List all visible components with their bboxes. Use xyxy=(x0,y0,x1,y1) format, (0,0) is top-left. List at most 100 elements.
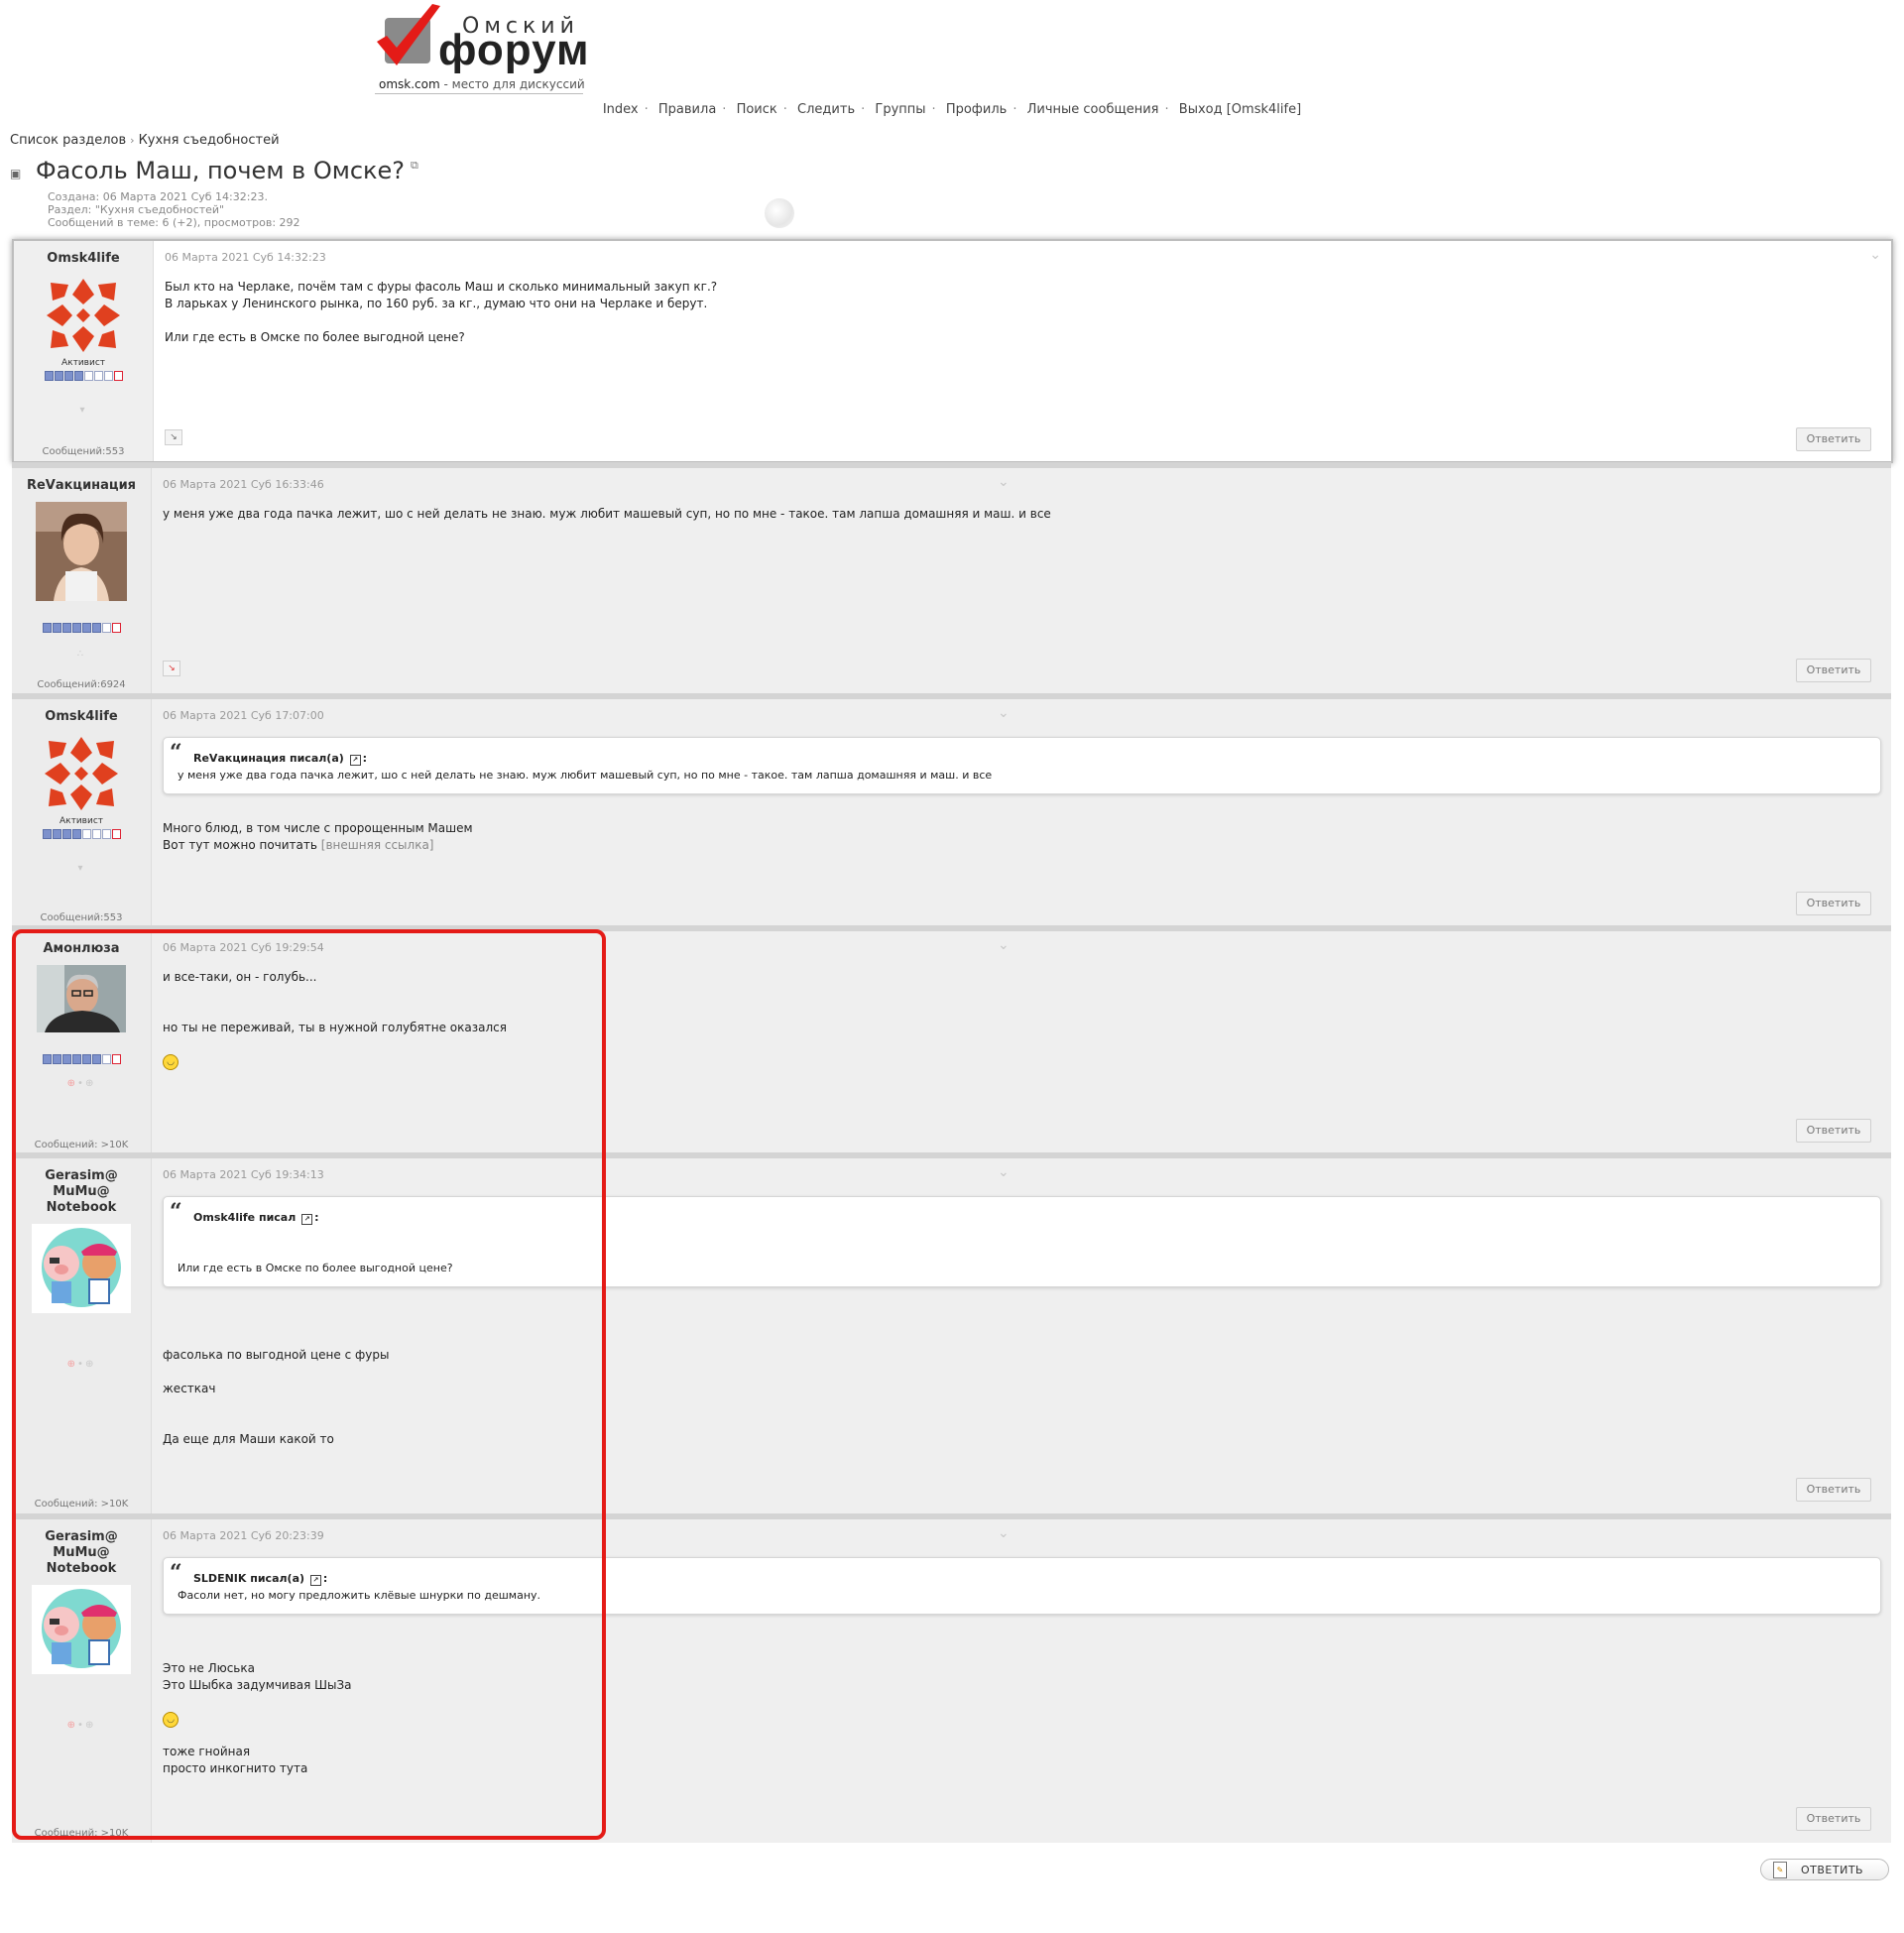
post-author-panel: Амонлюза ⊕•⊕ Сообщений: >10K xyxy=(12,931,152,1154)
topic-created: Создана: 06 Марта 2021 Суб 14:32:23. xyxy=(48,190,268,203)
nav-separator: · xyxy=(722,102,727,117)
author-name[interactable]: Omsk4life xyxy=(14,251,153,267)
message-count: Сообщений: >10K xyxy=(34,1140,129,1150)
quote-wrote: писал(а) xyxy=(289,752,344,765)
post-content: 06 Марта 2021 Суб 17:07:00 ⌄ “ ReVакцина… xyxy=(163,699,1881,927)
nav-logout[interactable]: Выход [Omsk4life] xyxy=(1179,102,1301,117)
nav-groups[interactable]: Группы xyxy=(875,102,925,117)
post-line: Да еще для Маши какой то xyxy=(163,1432,334,1446)
nav-rules[interactable]: Правила xyxy=(658,102,716,117)
post-body: у меня уже два года пачка лежит, шо с не… xyxy=(163,506,1881,523)
avatar[interactable] xyxy=(41,733,122,814)
report-icon[interactable]: ↘ xyxy=(163,661,180,676)
page-title: Фасоль Маш, почем в Омске? xyxy=(36,157,406,184)
open-external-icon[interactable]: ⧉ xyxy=(411,159,418,173)
quote-link-icon[interactable]: ↗ xyxy=(309,1575,321,1586)
post-line: Или где есть в Омске по более выгодной ц… xyxy=(165,330,465,344)
post-line: Это не Люська xyxy=(163,1661,255,1675)
grin-emoji-icon: ◡ xyxy=(163,1712,178,1728)
logo-tagline: omsk.com - место для дискуссий xyxy=(379,77,585,91)
status-icon: ⊕•⊕ xyxy=(66,1359,96,1370)
post-line: просто инкогнито тута xyxy=(163,1761,308,1775)
post-body: фасолька по выгодной цене с фуры жесткач… xyxy=(163,1347,1881,1448)
author-name[interactable]: Omsk4life xyxy=(12,709,151,725)
avatar[interactable] xyxy=(32,1585,131,1674)
post-author-panel: Omsk4life Активист ▾ Сообщений:553 xyxy=(14,241,154,461)
post-content: 06 Марта 2021 Суб 20:23:39 ⌄ “ SLDENIK п… xyxy=(163,1519,1881,1843)
post-line: тоже гнойная xyxy=(163,1745,251,1758)
status-icon: ▾ xyxy=(77,863,85,874)
post-line: и все-таки, он - голубь... xyxy=(163,970,317,984)
collapse-chevron-icon[interactable]: ⌄ xyxy=(998,705,1010,721)
message-count: Сообщений:553 xyxy=(42,446,125,457)
smile-emoji-icon: ◡ xyxy=(163,1054,178,1070)
author-name[interactable]: Gerasim@ MuMu@ Notebook xyxy=(12,1168,151,1216)
post-content: 06 Марта 2021 Суб 19:29:54 ⌄ и все-таки,… xyxy=(163,931,1881,1154)
post-content: 06 Марта 2021 Суб 19:34:13 ⌄ “ Omsk4life… xyxy=(163,1158,1881,1513)
post-line: В ларьках у Ленинского рынка, по 160 руб… xyxy=(165,297,708,310)
decorative-bubble xyxy=(765,198,794,228)
topic-section: Раздел: "Кухня съедобностей" xyxy=(48,203,225,216)
post-date: 06 Марта 2021 Суб 16:33:46 xyxy=(163,478,324,491)
post-content: 06 Марта 2021 Суб 14:32:23 ⌄ Был кто на … xyxy=(165,241,1881,461)
top-navigation: Index · Правила · Поиск · Следить · Группы · … xyxy=(0,102,1904,117)
collapse-chevron-icon[interactable]: ⌄ xyxy=(998,1164,1010,1180)
reputation-bar xyxy=(12,623,151,633)
post-author-panel: Gerasim@ MuMu@ Notebook ⊕•⊕ Сообщений: >… xyxy=(12,1158,152,1513)
collapse-chevron-icon[interactable]: ⌄ xyxy=(998,1525,1010,1541)
avatar[interactable] xyxy=(36,502,127,601)
post-date: 06 Марта 2021 Суб 17:07:00 xyxy=(163,709,324,722)
external-link[interactable]: [внешняя ссылка] xyxy=(321,838,434,852)
nav-profile[interactable]: Профиль xyxy=(946,102,1008,117)
logo-divider xyxy=(375,93,583,94)
post-line: Вот тут можно почитать [внешняя ссылка] xyxy=(163,837,1881,854)
nav-search[interactable]: Поиск xyxy=(737,102,777,117)
post-body: и все-таки, он - голубь... но ты не пере… xyxy=(163,969,1881,1070)
quote-text: у меня уже два года пачка лежит, шо с не… xyxy=(178,769,993,782)
collapse-chevron-icon[interactable]: ⌄ xyxy=(1869,247,1881,263)
reply-button[interactable]: Ответить xyxy=(1796,659,1871,682)
nav-private-messages[interactable]: Личные сообщения xyxy=(1027,102,1159,117)
quote-author[interactable]: SLDENIK xyxy=(193,1572,246,1585)
nav-separator: · xyxy=(1164,102,1169,117)
post-line: но ты не переживай, ты в нужной голубятн… xyxy=(163,1021,507,1034)
message-count: Сообщений: >10K xyxy=(34,1828,129,1839)
breadcrumb-root[interactable]: Список разделов xyxy=(10,133,126,148)
post-line: Был кто на Черлаке, почём там с фуры фас… xyxy=(165,280,718,294)
quote-block: “ Omsk4life писал ↗: Или где есть в Омск… xyxy=(163,1196,1881,1287)
breadcrumb-section[interactable]: Кухня съедобностей xyxy=(139,133,280,148)
reply-button[interactable]: Ответить xyxy=(1796,1478,1871,1502)
forum-logo[interactable]: Омский форум omsk.com - место для дискус… xyxy=(375,4,589,95)
logo-main-text: форум xyxy=(438,26,590,74)
quote-block: “ SLDENIK писал(а) ↗: Фасоли нет, но мог… xyxy=(163,1557,1881,1615)
quote-author[interactable]: Omsk4life xyxy=(193,1211,255,1224)
post: Амонлюза ⊕•⊕ Сообщений: >10K 06 Марта 20… xyxy=(12,925,1891,1154)
nav-separator: · xyxy=(1012,102,1017,117)
post-line-text: Вот тут можно почитать xyxy=(163,838,317,852)
reply-button[interactable]: Ответить xyxy=(1796,1119,1871,1143)
author-name[interactable]: Амонлюза xyxy=(12,941,151,957)
quote-author[interactable]: ReVакцинация xyxy=(193,752,286,765)
reply-button[interactable]: Ответить xyxy=(1796,892,1871,915)
breadcrumb-arrow-icon: › xyxy=(130,134,135,147)
reply-button[interactable]: Ответить xyxy=(1796,1807,1871,1831)
post-line: ◡ xyxy=(163,1710,1881,1728)
reply-button[interactable]: Ответить xyxy=(1796,427,1871,451)
collapse-chevron-icon[interactable]: ⌄ xyxy=(998,474,1010,490)
avatar[interactable] xyxy=(32,1224,131,1313)
avatar[interactable] xyxy=(43,275,124,356)
message-count: Сообщений: >10K xyxy=(34,1499,129,1510)
avatar[interactable] xyxy=(37,965,126,1032)
bottom-reply-button[interactable]: ✎ ОТВЕТИТЬ xyxy=(1760,1859,1889,1880)
author-name[interactable]: ReVакцинация xyxy=(12,478,151,494)
collapse-chevron-icon[interactable]: ⌄ xyxy=(998,937,1010,953)
nav-index[interactable]: Index xyxy=(603,102,639,117)
post-content: 06 Марта 2021 Суб 16:33:46 ⌄ у меня уже … xyxy=(163,468,1881,694)
quote-link-icon[interactable]: ↗ xyxy=(349,755,361,766)
nav-watch[interactable]: Следить xyxy=(797,102,855,117)
author-name[interactable]: Gerasim@ MuMu@ Notebook xyxy=(12,1529,151,1577)
quote-link-icon[interactable]: ↗ xyxy=(301,1214,313,1225)
topic-print-icon[interactable]: ▣ xyxy=(10,167,24,181)
quote-mark-icon: “ xyxy=(170,740,182,766)
report-icon[interactable]: ↘ xyxy=(165,429,182,445)
